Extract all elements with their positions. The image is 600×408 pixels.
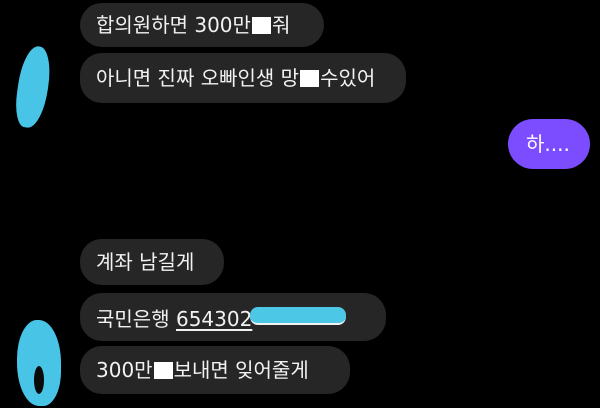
redaction-box <box>251 17 271 34</box>
account-number-link[interactable]: 654302 <box>176 307 252 331</box>
account-redaction <box>250 307 347 325</box>
message-bubble[interactable]: 계좌 남길게 <box>80 239 224 285</box>
sender-avatar-bottom[interactable] <box>14 316 64 408</box>
sent-message-bubble[interactable]: 하.... <box>508 119 590 169</box>
redaction-scribble <box>12 44 54 130</box>
message-bubble[interactable]: 아니면 진짜 오빠인생 망 수있어 <box>80 53 406 103</box>
redaction-box <box>153 362 173 379</box>
sender-avatar-top[interactable] <box>12 44 54 130</box>
redaction-box <box>300 70 320 87</box>
message-text: 보내면 잊어줄게 <box>173 358 309 382</box>
message-text: 합의원하면 300만 <box>96 13 251 37</box>
message-text: 수있어 <box>320 66 376 90</box>
message-text: 계좌 남길게 <box>96 250 195 274</box>
message-bubble[interactable]: 300만 보내면 잊어줄게 <box>80 346 350 394</box>
message-bubble[interactable]: 국민은행 654302 <box>80 293 386 341</box>
chat-thread: 합의원하면 300만 줘 아니면 진짜 오빠인생 망 수있어 하.... 계좌 남길… <box>0 0 600 408</box>
avatar-image <box>34 366 44 394</box>
message-text: 아니면 진짜 오빠인생 망 <box>96 66 300 90</box>
message-text: 줘 <box>271 13 291 37</box>
bank-name: 국민은행 <box>96 307 170 331</box>
message-text: 300만 <box>96 358 153 382</box>
message-bubble[interactable]: 합의원하면 300만 줘 <box>80 3 324 47</box>
message-text: 하.... <box>526 132 570 156</box>
